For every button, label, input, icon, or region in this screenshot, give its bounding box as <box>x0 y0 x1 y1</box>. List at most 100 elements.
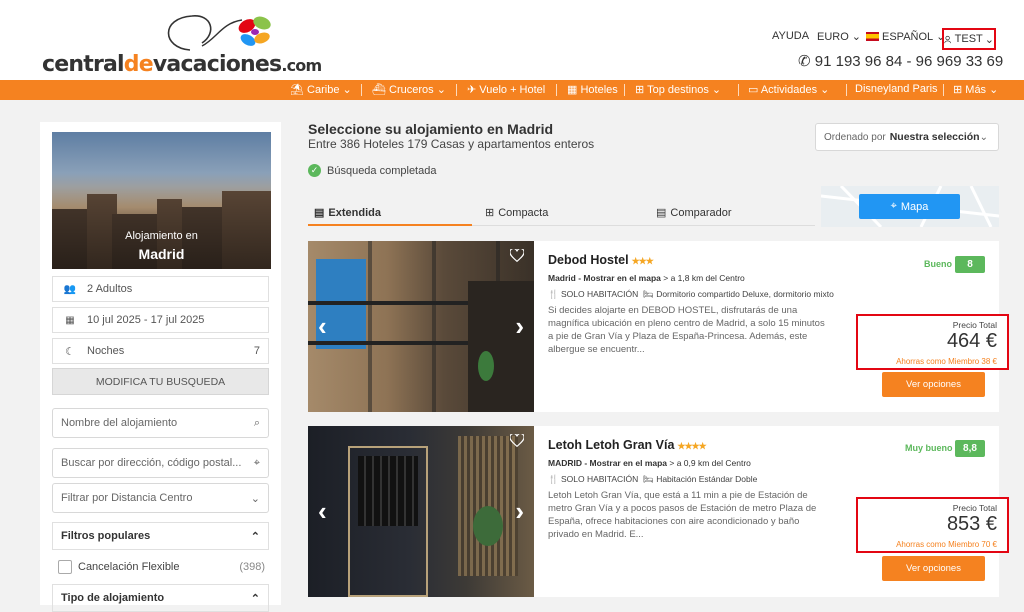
hotel-card: ‹ › Debod Hostel ★★★ Madrid - Mostrar en … <box>308 241 1009 412</box>
bed-icon: 🛏 <box>643 474 654 484</box>
favorite-heart-icon[interactable] <box>510 249 524 262</box>
rating-score-badge: 8 <box>955 256 985 273</box>
hotel-name[interactable]: Debod Hostel ★★★ <box>548 253 654 267</box>
user-label: TEST <box>954 33 983 45</box>
filter-flexible-cancellation[interactable]: Cancelación Flexible (398) <box>58 558 265 576</box>
help-link[interactable]: AYUDA <box>772 30 809 42</box>
checkbox[interactable] <box>58 560 72 574</box>
guests-field[interactable]: 👥 2 Adultos <box>52 276 269 302</box>
hotel-name[interactable]: Letoh Letoh Gran Vía ★★★★ <box>548 438 707 452</box>
tab-comparador[interactable]: ▤ Comparador <box>656 206 732 220</box>
phone-number[interactable]: ✆ 91 193 96 84 - 96 969 33 69 <box>798 52 1003 70</box>
ticket-icon: ▭ <box>748 84 761 96</box>
prev-photo-arrow[interactable]: ‹ <box>318 496 327 527</box>
currency-label: EURO <box>817 30 849 43</box>
nav-item-cruceros[interactable]: ⛴ Cruceros ⌄ <box>372 83 446 96</box>
spain-flag-icon <box>866 32 879 41</box>
nav-divider <box>624 84 625 96</box>
hotel-location[interactable]: MADRID - Mostrar en el mapa > a 0,9 km d… <box>548 458 751 468</box>
accommodation-type-header[interactable]: Tipo de alojamiento ⌃ <box>52 584 269 612</box>
header: centraldevacaciones.com AYUDA EURO ⌄ ESP… <box>0 0 1024 80</box>
nav-item-disneyland[interactable]: Disneyland Paris <box>855 83 938 95</box>
modify-search-button[interactable]: MODIFICA TU BUSQUEDA <box>52 368 269 395</box>
member-savings: Ahorras como Miembro 38 € <box>896 357 997 366</box>
nav-divider <box>361 84 362 96</box>
nav-item-hoteles[interactable]: ▦ Hoteles <box>567 83 618 96</box>
price-value: 853 € <box>946 513 997 535</box>
hero-subtitle: Alojamiento en <box>125 230 198 242</box>
nav-divider <box>738 84 739 96</box>
search-sidebar: Alojamiento en Madrid 👥 2 Adultos ▦ 10 j… <box>40 122 281 612</box>
map-icon: ⊞ <box>635 84 648 96</box>
price-label: Precio Total <box>952 320 997 330</box>
hotel-name-placeholder: Nombre del alojamiento <box>61 417 178 429</box>
nav-divider <box>456 84 457 96</box>
favorite-heart-icon[interactable] <box>510 434 524 447</box>
distance-select-value: Filtrar por Distancia Centro <box>61 492 193 504</box>
site-logo[interactable]: centraldevacaciones.com <box>42 8 322 80</box>
hotel-room-info: 🍴 SOLO HABITACIÓN 🛏 Habitación Estándar … <box>548 474 758 484</box>
star-rating-icon: ★★★ <box>631 256 654 266</box>
price-box: Precio Total 853 € Ahorras como Miembro … <box>856 497 1009 553</box>
active-tab-indicator <box>308 224 472 226</box>
currency-selector[interactable]: EURO ⌄ <box>817 30 861 44</box>
search-status: ✓ Búsqueda completada <box>308 164 436 177</box>
ship-icon: ⛴ <box>372 84 390 96</box>
star-rating-icon: ★★★★ <box>677 441 706 451</box>
destination-hero-image: Alojamiento en Madrid <box>52 132 271 269</box>
user-menu-button[interactable]: TEST ⌄ <box>942 28 996 50</box>
results-title: Seleccione su alojamiento en Madrid <box>308 121 554 137</box>
next-photo-arrow[interactable]: › <box>515 496 524 527</box>
hotel-icon: ▦ <box>567 84 581 96</box>
distance-select[interactable]: Filtrar por Distancia Centro ⌄ <box>52 483 269 513</box>
phone-text: 91 193 96 84 - 96 969 33 69 <box>814 53 1004 70</box>
price-label: Precio Total <box>952 503 997 513</box>
rating-word: Bueno <box>924 259 952 269</box>
hotel-location[interactable]: Madrid - Mostrar en el mapa > a 1,8 km d… <box>548 273 745 283</box>
next-photo-arrow[interactable]: › <box>515 311 524 342</box>
nav-item-caribe[interactable]: ⛱ Caribe ⌄ <box>290 83 352 96</box>
users-icon: 👥 <box>63 283 77 295</box>
hotel-description: Si decides alojarte en DEBOD HOSTEL, dis… <box>548 305 825 355</box>
hotel-photo[interactable]: ‹ › <box>308 241 534 412</box>
address-search-input[interactable]: Buscar por dirección, código postal... ⌖ <box>52 448 269 478</box>
tab-extendida[interactable]: ▤ Extendida <box>314 206 381 220</box>
view-options-button[interactable]: Ver opciones <box>882 372 985 397</box>
location-pin-icon: ⌖ <box>890 200 897 212</box>
view-options-button[interactable]: Ver opciones <box>882 556 985 581</box>
moon-icon: ☾ <box>65 345 75 358</box>
results-subtitle: Entre 386 Hoteles 179 Casas y apartament… <box>308 137 595 151</box>
nights-value: 7 <box>253 345 260 357</box>
rating-score-badge: 8,8 <box>955 440 985 457</box>
hotel-room-info: 🍴 SOLO HABITACIÓN 🛏 Dormitorio compartid… <box>548 289 834 299</box>
guests-value: 2 Adultos <box>87 283 133 295</box>
chevron-down-icon: ⌄ <box>250 492 260 505</box>
view-tabs: ▤ Extendida ⊞ Compacta ▤ Comparador <box>308 201 815 227</box>
dates-field[interactable]: ▦ 10 jul 2025 - 17 jul 2025 <box>52 307 269 333</box>
language-selector[interactable]: ESPAÑOL ⌄ <box>866 30 945 43</box>
chevron-up-icon: ⌃ <box>250 530 260 543</box>
nav-item-actividades[interactable]: ▭ Actividades ⌄ <box>748 83 829 96</box>
compare-icon: ▤ <box>656 207 667 219</box>
prev-photo-arrow[interactable]: ‹ <box>318 311 327 342</box>
nav-divider <box>943 84 944 96</box>
chevron-down-icon: ⌄ <box>851 31 861 43</box>
sort-select[interactable]: Ordenado por Nuestra selección ⌄ <box>815 123 999 151</box>
phone-icon: ✆ <box>798 53 811 70</box>
member-savings: Ahorras como Miembro 70 € <box>896 540 997 549</box>
tab-compacta[interactable]: ⊞ Compacta <box>485 206 548 220</box>
nav-divider <box>556 84 557 96</box>
hotel-card: ‹ › Letoh Letoh Gran Vía ★★★★ MADRID - Mo… <box>308 426 1009 597</box>
hotel-name-input[interactable]: Nombre del alojamiento ⌕ <box>52 408 269 438</box>
nav-item-vuelo-hotel[interactable]: ✈ Vuelo + Hotel <box>467 83 545 96</box>
nav-item-top-destinos[interactable]: ⊞ Top destinos ⌄ <box>635 83 721 96</box>
nav-divider <box>846 84 847 96</box>
map-button[interactable]: ⌖ Mapa <box>859 194 960 219</box>
plus-square-icon: ⊞ <box>953 84 966 96</box>
list-icon: ▤ <box>314 207 325 219</box>
nav-item-mas[interactable]: ⊞ Más ⌄ <box>953 83 998 96</box>
dates-value: 10 jul 2025 - 17 jul 2025 <box>87 314 205 326</box>
popular-filters-header[interactable]: Filtros populares ⌃ <box>52 522 269 550</box>
sort-value: Nuestra selección <box>889 131 980 143</box>
hotel-photo[interactable]: ‹ › <box>308 426 534 597</box>
